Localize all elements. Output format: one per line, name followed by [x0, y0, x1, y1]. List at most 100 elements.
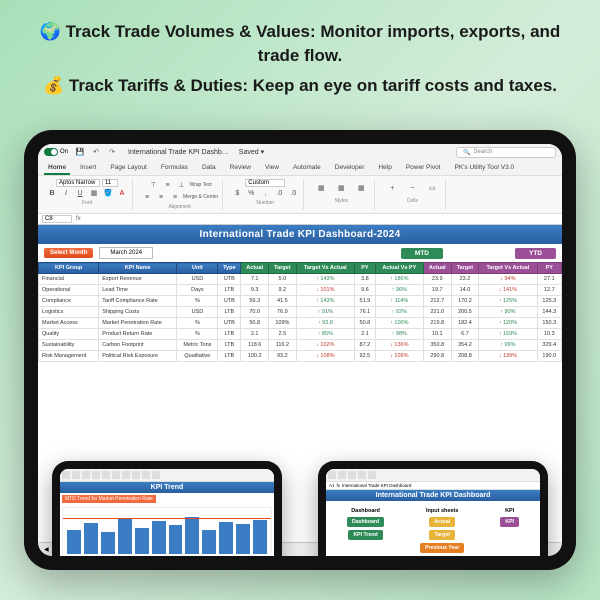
table-cell[interactable]: 200.5 — [451, 307, 478, 318]
table-cell[interactable]: ↑ 100% — [375, 318, 423, 329]
table-cell[interactable]: 76.9 — [269, 307, 296, 318]
name-box[interactable]: C8 — [42, 215, 72, 223]
font-size-select[interactable]: 11 — [102, 179, 118, 187]
table-cell[interactable]: Shipping Costs — [99, 307, 177, 318]
table-cell[interactable]: % — [177, 329, 218, 340]
table-cell[interactable]: 329.4 — [537, 340, 561, 351]
table-cell[interactable]: 144.3 — [537, 307, 561, 318]
table-cell[interactable]: ↑ 125% — [479, 296, 537, 307]
table-cell[interactable]: 92.5 — [355, 351, 376, 362]
th-m-tva[interactable]: Target Vs Actual — [296, 263, 354, 274]
table-cell[interactable]: Financial — [39, 274, 99, 285]
table-cell[interactable]: 125.3 — [537, 296, 561, 307]
table-cell[interactable]: 10.1 — [423, 329, 451, 340]
th-m-actual[interactable]: Actual — [241, 263, 269, 274]
th-unit[interactable]: Unit — [177, 263, 218, 274]
table-cell[interactable]: 118.6 — [241, 340, 269, 351]
tab-page-layout[interactable]: Page Layout — [106, 162, 151, 175]
number-format-select[interactable]: Custom — [245, 179, 285, 187]
table-cell[interactable]: Sustainability — [39, 340, 99, 351]
worksheet[interactable]: International Trade KPI Dashboard-2024 S… — [38, 225, 562, 362]
table-cell[interactable]: LTB — [218, 307, 241, 318]
table-cell[interactable]: 12.7 — [537, 285, 561, 296]
table-cell[interactable]: Days — [177, 285, 218, 296]
align-center-icon[interactable]: ≡ — [155, 191, 167, 203]
table-cell[interactable]: 9.2 — [269, 285, 296, 296]
table-cell[interactable]: Tariff Compliance Rate — [99, 296, 177, 307]
table-cell[interactable]: 70.0 — [241, 307, 269, 318]
table-cell[interactable]: Political Risk Exposure — [99, 351, 177, 362]
table-cell[interactable]: 170.2 — [451, 296, 478, 307]
table-cell[interactable]: 100.2 — [241, 351, 269, 362]
format-cells-button[interactable]: ▭ — [423, 179, 441, 197]
table-cell[interactable]: ↑ 120% — [479, 318, 537, 329]
tab-help[interactable]: Help — [374, 162, 395, 175]
table-cell[interactable]: ↓ 136% — [375, 340, 423, 351]
table-cell[interactable]: ↑ 114% — [375, 296, 423, 307]
th-name[interactable]: KPI Name — [99, 263, 177, 274]
table-cell[interactable]: 2.1 — [355, 329, 376, 340]
nav-actual-button[interactable]: Actual — [429, 517, 455, 527]
tab-addin[interactable]: PK's Utility Tool V3.0 — [451, 162, 519, 175]
th-m-py[interactable]: PY — [355, 263, 376, 274]
mini2-name-box[interactable]: A1 — [329, 483, 335, 488]
table-row[interactable]: LogisticsShipping CostsUSDLTB70.076.9↑ 9… — [39, 307, 562, 318]
table-cell[interactable]: Lead Time — [99, 285, 177, 296]
nav-dashboard-button[interactable]: Dashboard — [347, 517, 384, 527]
nav-prev-year-button[interactable]: Previous Year — [420, 543, 464, 553]
table-cell[interactable]: Product Return Rate — [99, 329, 177, 340]
delete-cells-button[interactable]: − — [403, 179, 421, 197]
border-icon[interactable]: ▦ — [88, 187, 100, 199]
table-row[interactable]: Market AccessMarket Penetration Rate%UTB… — [39, 318, 562, 329]
conditional-formatting-button[interactable]: ▦ — [312, 179, 330, 197]
table-cell[interactable]: ↑ 85% — [296, 329, 354, 340]
table-cell[interactable]: ↑ 93.8 — [296, 318, 354, 329]
fill-color-icon[interactable]: 🪣 — [102, 187, 114, 199]
tab-review[interactable]: Review — [226, 162, 255, 175]
table-cell[interactable]: ↑ 143% — [296, 274, 354, 285]
table-cell[interactable]: ↑ 143% — [296, 296, 354, 307]
table-cell[interactable]: 41.5 — [269, 296, 296, 307]
mini2-formula-value[interactable]: International Trade KPI Dashboard — [342, 483, 411, 488]
th-y-target[interactable]: Target — [451, 263, 478, 274]
table-cell[interactable]: 116.2 — [269, 340, 296, 351]
th-m-avp[interactable]: Actual Vs PY — [375, 263, 423, 274]
table-cell[interactable]: ↓ 94% — [479, 274, 537, 285]
table-cell[interactable]: 76.1 — [355, 307, 376, 318]
th-m-target[interactable]: Target — [269, 263, 296, 274]
table-cell[interactable]: 221.0 — [423, 307, 451, 318]
redo-icon[interactable]: ↷ — [106, 146, 118, 158]
th-group[interactable]: KPI Group — [39, 263, 99, 274]
decrease-decimal-icon[interactable]: .0 — [287, 187, 299, 199]
table-cell[interactable]: 350.8 — [423, 340, 451, 351]
table-cell[interactable]: Carbon Footprint — [99, 340, 177, 351]
table-cell[interactable]: 9.6 — [355, 285, 376, 296]
search-input[interactable]: 🔍 Search — [456, 147, 556, 158]
tab-insert[interactable]: Insert — [76, 162, 100, 175]
tab-view[interactable]: View — [261, 162, 283, 175]
tab-developer[interactable]: Developer — [331, 162, 369, 175]
table-cell[interactable]: 290.8 — [423, 351, 451, 362]
wrap-text-button[interactable]: Wrap Text — [189, 179, 211, 191]
font-color-icon[interactable]: A — [116, 187, 128, 199]
table-cell[interactable]: 19.7 — [423, 285, 451, 296]
tab-automate[interactable]: Automate — [289, 162, 325, 175]
table-cell[interactable]: LTB — [218, 329, 241, 340]
undo-icon[interactable]: ↶ — [90, 146, 102, 158]
table-cell[interactable]: Market Access — [39, 318, 99, 329]
save-icon[interactable]: 💾 — [74, 146, 86, 158]
align-top-icon[interactable]: ⊤ — [147, 179, 159, 191]
table-cell[interactable]: 51.9 — [355, 296, 376, 307]
table-cell[interactable]: 7.1 — [241, 274, 269, 285]
tab-power-pivot[interactable]: Power Pivot — [402, 162, 445, 175]
table-cell[interactable]: ↓ 101% — [296, 285, 354, 296]
table-cell[interactable]: 50.8 — [355, 318, 376, 329]
table-cell[interactable]: ↑ 91% — [296, 307, 354, 318]
table-cell[interactable]: 150.3 — [537, 318, 561, 329]
table-cell[interactable]: 2.1 — [241, 329, 269, 340]
table-cell[interactable]: ↓ 141% — [479, 285, 537, 296]
table-cell[interactable]: UTB — [218, 274, 241, 285]
table-cell[interactable]: Operational — [39, 285, 99, 296]
table-cell[interactable]: UTB — [218, 318, 241, 329]
table-cell[interactable]: 87.2 — [355, 340, 376, 351]
